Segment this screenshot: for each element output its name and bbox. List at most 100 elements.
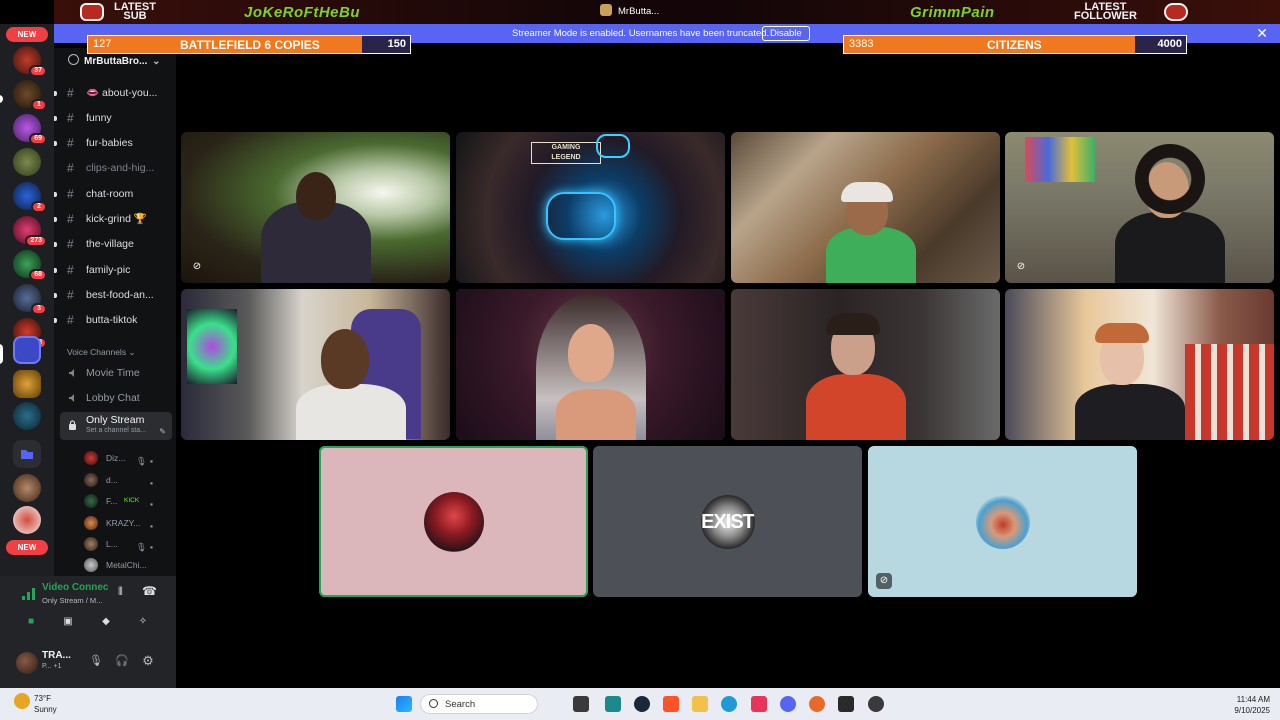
nvidia-icon[interactable] — [838, 696, 854, 712]
server-icon[interactable] — [13, 506, 41, 534]
activity-button[interactable]: ◆ — [93, 612, 119, 632]
new-badge-bottom: NEW — [6, 540, 48, 555]
tiktok-icon[interactable] — [751, 696, 767, 712]
edge-browser-icon[interactable] — [721, 696, 737, 712]
channel-butta-tiktok[interactable]: # butta-tiktok — [54, 309, 176, 331]
server-icon[interactable]: 1 — [13, 80, 47, 111]
voice-member[interactable]: MetalChi... — [84, 555, 174, 575]
voice-member[interactable]: L... 🎙 ▪ — [84, 534, 174, 554]
server-icon[interactable]: 3 — [13, 284, 47, 315]
channel-the-village[interactable]: # the-village — [54, 233, 176, 255]
video-tile[interactable] — [181, 289, 450, 440]
brave-browser-icon[interactable] — [663, 696, 679, 712]
participant-body — [826, 227, 916, 283]
video-tile[interactable]: ⊘ — [1005, 132, 1274, 283]
goal-bar-left: 127 BATTLEFIELD 6 COPIES 150 — [87, 35, 411, 54]
server-icon-current[interactable] — [13, 336, 41, 364]
channel-best-food[interactable]: # best-food-an... — [54, 284, 176, 306]
file-explorer-icon[interactable] — [692, 696, 708, 712]
server-icon[interactable] — [13, 148, 41, 176]
voice-panel: Video Connec Only Stream / M... ⦀ ☎ ■ ▣ … — [0, 576, 176, 688]
gear-icon[interactable]: ⚙ — [141, 654, 155, 668]
video-tile-speaking[interactable] — [456, 289, 725, 440]
discord-icon[interactable] — [780, 696, 796, 712]
soundboard-button[interactable]: ✧ — [130, 612, 156, 632]
window-tab[interactable]: MrButta... — [600, 4, 659, 17]
unread-dot — [54, 141, 57, 146]
server-icon[interactable] — [13, 370, 41, 398]
server-icon[interactable]: 68 — [13, 250, 47, 281]
hash-icon: # — [67, 111, 74, 125]
server-icon[interactable]: 37 — [13, 46, 47, 77]
goal-target: 150 — [362, 36, 410, 53]
taskbar-clock[interactable]: 11:44 AM 9/10/2025 — [1234, 694, 1270, 716]
task-view-icon[interactable] — [573, 696, 589, 712]
voice-status[interactable]: Video Connec — [42, 582, 109, 593]
folder-icon[interactable] — [13, 440, 41, 468]
channel-chat-room[interactable]: # chat-room — [54, 183, 176, 205]
video-tile[interactable]: ⊘ — [181, 132, 450, 283]
hash-icon: # — [67, 136, 74, 150]
avatar — [84, 494, 98, 508]
server-icon[interactable]: 2 — [13, 182, 47, 213]
channel-funny[interactable]: # funny — [54, 107, 176, 129]
user-name[interactable]: TRA... — [42, 650, 71, 661]
voice-member[interactable]: F... KICK ▪ — [84, 491, 174, 511]
channel-label: clips-and-hig... — [86, 162, 155, 174]
notes-app-icon[interactable] — [605, 696, 621, 712]
video-tile[interactable] — [731, 289, 1000, 440]
wall-posters — [1025, 137, 1095, 182]
close-icon[interactable]: ✕ — [1256, 25, 1268, 42]
voice-member[interactable]: KRAZY... ▪ — [84, 513, 174, 533]
channel-about-you[interactable]: # 👄 about-you... — [54, 82, 176, 104]
channel-label: fur-babies — [86, 137, 133, 149]
video-tile[interactable] — [731, 132, 1000, 283]
microphone-icon[interactable]: 🎙 — [89, 654, 103, 668]
disconnect-icon[interactable]: ☎ — [142, 584, 157, 598]
server-icon[interactable] — [13, 474, 41, 502]
server-icon[interactable]: 273 — [13, 216, 47, 247]
video-tile[interactable] — [1005, 289, 1274, 440]
obs-icon[interactable] — [868, 696, 884, 712]
edit-pencil-icon[interactable]: ✎ — [159, 420, 166, 444]
channel-kick-grind[interactable]: # kick-grind 🏆 — [54, 208, 176, 230]
avatar-tile[interactable]: EXIST — [593, 446, 862, 597]
voice-member[interactable]: Diz... 🎙 ▪ — [84, 448, 174, 468]
voice-channels-header[interactable]: Voice Channels ⌄ — [67, 347, 136, 358]
avatar-tile[interactable]: ⊘ — [868, 446, 1137, 597]
windows-start-icon[interactable] — [396, 696, 412, 712]
channel-label: the-village — [86, 238, 134, 250]
rgb-pc-case — [187, 309, 237, 384]
taskbar-search[interactable]: Search — [420, 694, 538, 714]
voice-channel-lobby-chat[interactable]: Lobby Chat — [54, 386, 176, 410]
streamer-mode-message: Streamer Mode is enabled. Usernames have… — [512, 28, 770, 39]
voice-member[interactable]: d... ▪ — [84, 470, 174, 490]
firefox-icon[interactable] — [809, 696, 825, 712]
disable-button[interactable]: Disable — [762, 26, 810, 41]
voice-channel-movie-time[interactable]: Movie Time — [54, 361, 176, 385]
channel-family-pic[interactable]: # family-pic — [54, 259, 176, 281]
user-avatar[interactable] — [16, 652, 38, 674]
screen-share-icon: ▣ — [63, 616, 73, 627]
server-icon[interactable]: 69 — [13, 114, 47, 145]
voice-location[interactable]: Only Stream / M... — [42, 596, 102, 605]
channel-label: funny — [86, 112, 112, 124]
screen-share-button[interactable]: ▣ — [55, 612, 81, 632]
voice-channel-only-stream[interactable]: Only Stream Set a channel sta... ✎ — [60, 412, 172, 440]
kick-tag: KICK — [124, 497, 140, 504]
participant-body — [556, 389, 636, 440]
server-header[interactable]: MrButtaBro... ⌄ — [54, 54, 176, 72]
camera-button[interactable]: ■ — [18, 612, 44, 632]
video-tile[interactable]: GAMING LEGEND — [456, 132, 725, 283]
unread-dot — [54, 318, 57, 323]
channel-fur-babies[interactable]: # fur-babies — [54, 132, 176, 154]
steam-icon[interactable] — [634, 696, 650, 712]
server-icon[interactable] — [13, 402, 41, 430]
clock-time: 11:44 AM — [1236, 695, 1270, 704]
channel-clips-and-highlights[interactable]: # clips-and-hig... — [54, 157, 176, 179]
noise-suppression-icon[interactable]: ⦀ — [118, 586, 123, 599]
heart-icon — [1164, 3, 1188, 21]
avatar-tile-speaking[interactable] — [319, 446, 588, 597]
headphones-icon[interactable]: 🎧 — [115, 654, 129, 668]
sun-icon — [14, 693, 30, 709]
